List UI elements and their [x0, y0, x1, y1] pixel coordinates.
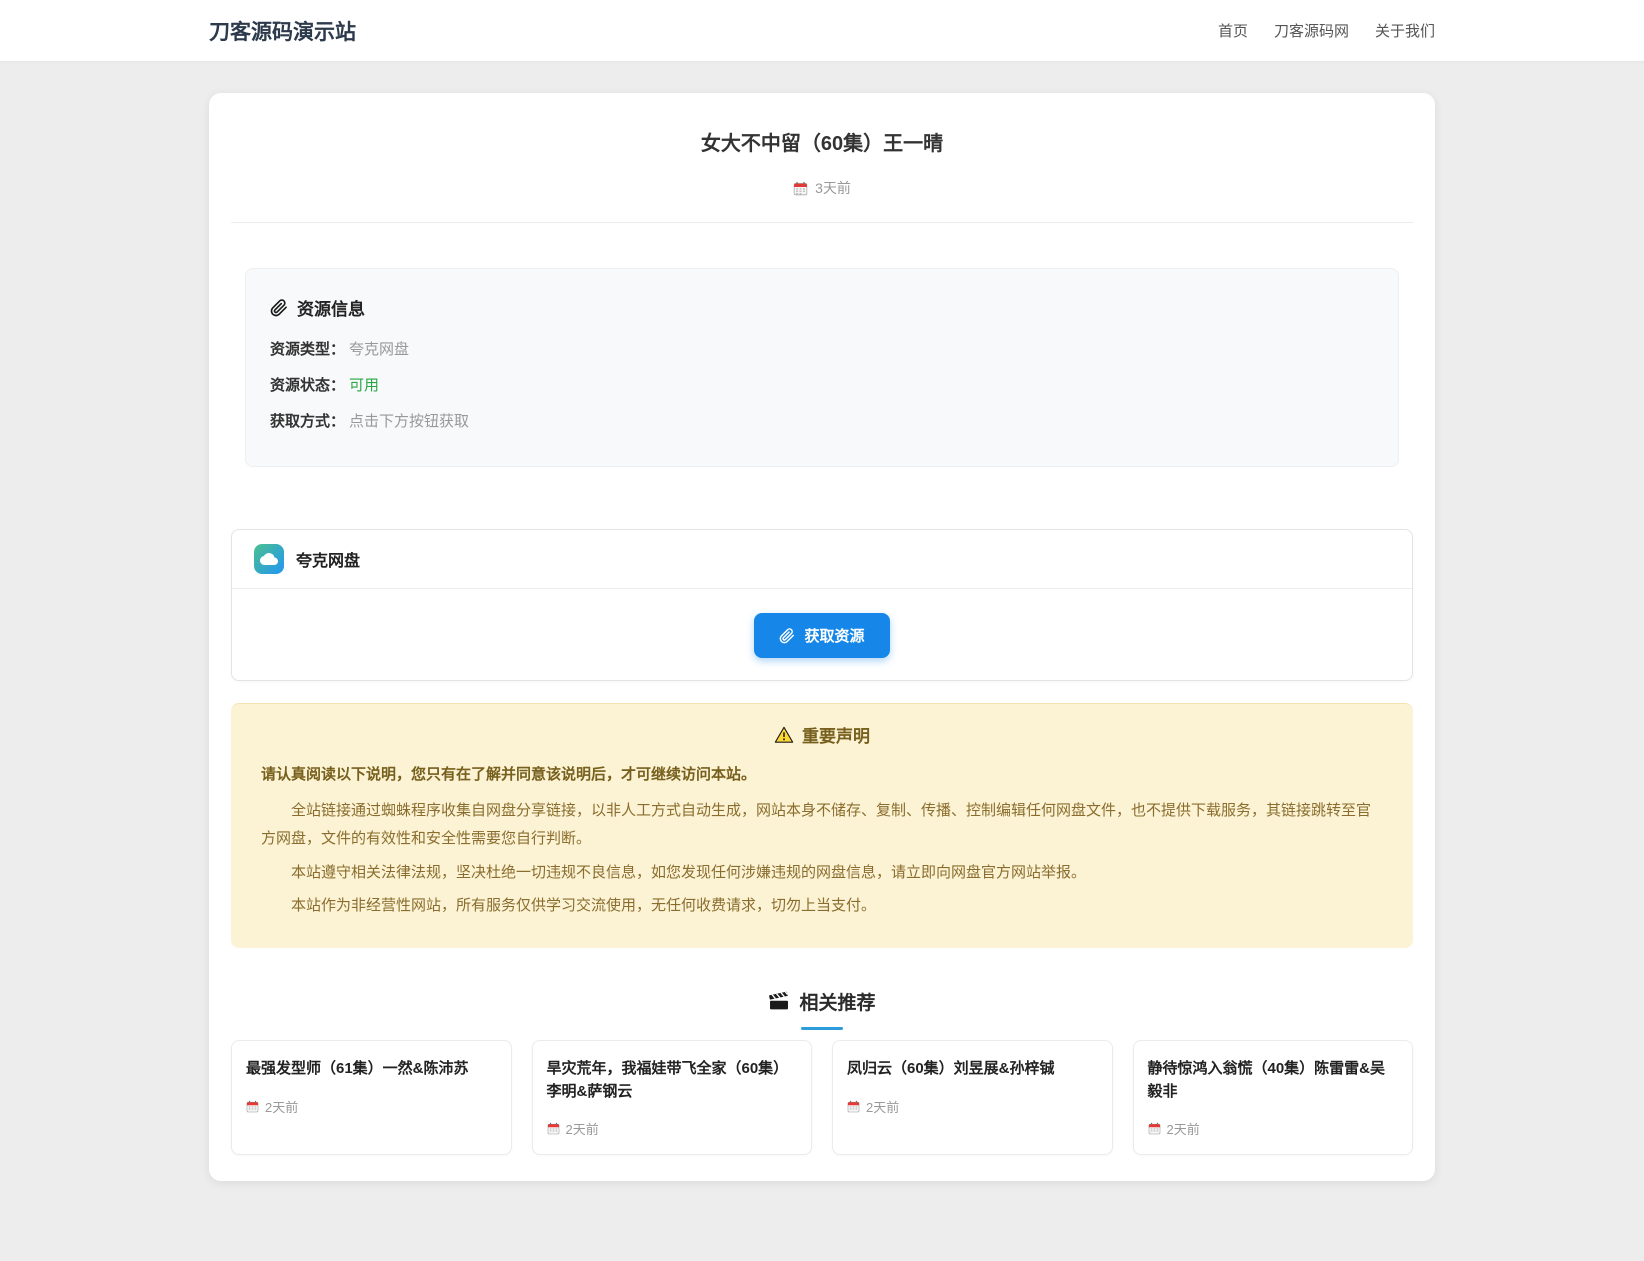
calendar-icon — [847, 1100, 860, 1113]
notice-paragraph: 全站链接通过蜘蛛程序收集自网盘分享链接，以非人工方式自动生成，网站本身不储存、复… — [261, 802, 1372, 847]
related-date: 2天前 — [265, 1099, 299, 1115]
paperclip-icon — [270, 298, 288, 317]
calendar-icon — [547, 1122, 560, 1135]
related-title: 凤归云（60集）刘昱展&孙梓铖 — [847, 1060, 1055, 1077]
related-title: 静待惊鸿入翁慌（40集）陈雷雷&吴毅非 — [1147, 1060, 1386, 1100]
related-date: 2天前 — [565, 1122, 599, 1137]
resource-method-row: 获取方式： 点击下方按钮获取 — [270, 413, 470, 430]
related-date: 2天前 — [866, 1099, 900, 1115]
resource-type-value: 夸克网盘 — [349, 341, 410, 358]
nav-item-daoke[interactable]: 刀客源码网 — [1274, 20, 1349, 41]
resource-info-heading: 资源信息 — [297, 300, 365, 319]
nav-item-home[interactable]: 首页 — [1218, 20, 1248, 41]
notice-intro: 请认真阅读以下说明，您只有在了解并同意该说明后，才可继续访问本站。 — [261, 766, 757, 783]
resource-info-box: 资源信息 资源类型： 夸克网盘 资源状态： 可用 获取方式： 点击下方按钮获取 — [245, 268, 1399, 467]
resource-type-row: 资源类型： 夸克网盘 — [270, 341, 410, 358]
resource-method-value: 点击下方按钮获取 — [349, 413, 470, 430]
related-title: 最强发型师（61集）一然&陈沛苏 — [246, 1060, 469, 1077]
resource-status-row: 资源状态： 可用 — [270, 377, 380, 394]
warning-icon — [774, 725, 794, 745]
related-grid: 最强发型师（61集）一然&陈沛苏 2天前 旱灾荒年，我福娃带飞全家（60集）李明… — [231, 1040, 1413, 1155]
paperclip-icon — [779, 627, 795, 644]
site-header: 刀客源码演示站 首页 刀客源码网 关于我们 — [0, 0, 1644, 61]
nav-item-about[interactable]: 关于我们 — [1375, 20, 1435, 41]
notice-paragraph: 本站遵守相关法律法规，坚决杜绝一切违规不良信息，如您发现任何涉嫌违规的网盘信息，… — [291, 863, 1087, 881]
clapperboard-icon — [768, 990, 790, 1013]
post-card: 女大不中留（60集）王一晴 3天前 资源信息 资源类型： 夸克网盘 资源状态： … — [209, 93, 1435, 1181]
netdisk-header: 夸克网盘 — [232, 530, 1412, 589]
related-card[interactable]: 静待惊鸿入翁慌（40集）陈雷雷&吴毅非 2天前 — [1132, 1040, 1413, 1155]
site-logo[interactable]: 刀客源码演示站 — [209, 16, 356, 46]
calendar-icon — [793, 181, 808, 196]
status-badge: 可用 — [349, 377, 380, 394]
related-date: 2天前 — [1166, 1122, 1200, 1137]
related-title: 旱灾荒年，我福娃带飞全家（60集）李明&萨钢云 — [546, 1060, 789, 1100]
divider — [231, 222, 1413, 223]
quark-cloud-icon — [254, 544, 284, 574]
related-card[interactable]: 旱灾荒年，我福娃带飞全家（60集）李明&萨钢云 2天前 — [531, 1040, 812, 1155]
heading-underline — [801, 1027, 843, 1030]
post-meta: 3天前 — [231, 178, 1413, 198]
netdisk-card: 夸克网盘 获取资源 — [231, 529, 1413, 681]
important-notice: 重要声明 请认真阅读以下说明，您只有在了解并同意该说明后，才可继续访问本站。 全… — [231, 703, 1413, 948]
notice-paragraph: 本站作为非经营性网站，所有服务仅供学习交流使用，无任何收费请求，切勿上当支付。 — [291, 897, 877, 915]
get-resource-button[interactable]: 获取资源 — [754, 613, 890, 658]
related-heading: 相关推荐 — [799, 993, 876, 1014]
related-card[interactable]: 凤归云（60集）刘昱展&孙梓铖 2天前 — [832, 1040, 1113, 1155]
page-title: 女大不中留（60集）王一晴 — [700, 133, 944, 155]
get-resource-label: 获取资源 — [804, 628, 865, 645]
post-date: 3天前 — [815, 180, 851, 196]
netdisk-name: 夸克网盘 — [296, 553, 361, 570]
calendar-icon — [246, 1100, 259, 1113]
main-nav: 首页 刀客源码网 关于我们 — [1218, 20, 1435, 41]
calendar-icon — [1148, 1122, 1161, 1135]
related-card[interactable]: 最强发型师（61集）一然&陈沛苏 2天前 — [231, 1040, 512, 1155]
notice-heading: 重要声明 — [802, 727, 870, 746]
